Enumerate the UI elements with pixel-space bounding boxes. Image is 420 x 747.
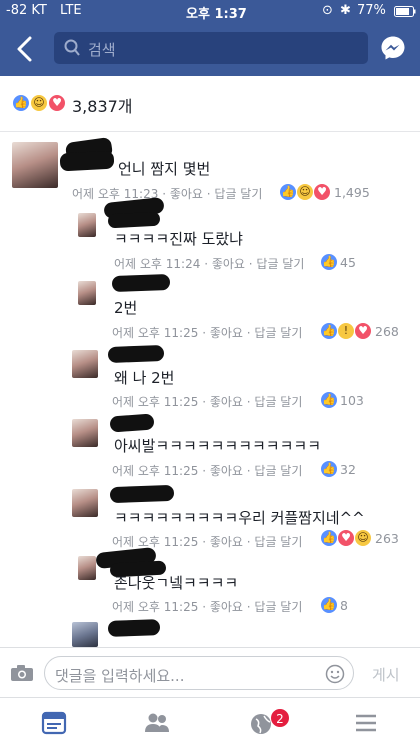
avatar[interactable] [72, 622, 98, 647]
emoji-icon[interactable] [325, 664, 345, 684]
like-icon: 👍 [320, 391, 338, 409]
timestamp: 어제 오후 11:24 [114, 257, 201, 271]
haha-icon: ☺ [296, 183, 314, 201]
haha-icon: ☺ [354, 529, 372, 547]
avatar[interactable] [78, 281, 96, 305]
signal-strength: -82 KT [6, 3, 47, 18]
like-button[interactable]: 좋아요 [210, 395, 243, 409]
love-icon: ♥ [313, 183, 331, 201]
love-icon: ♥ [337, 529, 355, 547]
reaction-count: 32 [340, 462, 356, 477]
reaction-count: 3,837개 [72, 97, 133, 116]
reply-button[interactable]: 답글 달기 [214, 187, 262, 201]
comment-input[interactable]: 댓글을 입력하세요... [44, 656, 354, 690]
like-button[interactable]: 좋아요 [210, 600, 243, 614]
comment-text: 왜 나 2번 [114, 369, 175, 387]
like-button[interactable]: 좋아요 [210, 464, 243, 478]
search-input[interactable]: 검색 [54, 32, 368, 64]
love-icon: ♥ [48, 94, 66, 112]
reply-button[interactable]: 답글 달기 [254, 326, 302, 340]
like-button[interactable]: 좋아요 [170, 187, 203, 201]
timestamp: 어제 오후 11:25 [112, 326, 199, 340]
reply-button[interactable]: 답글 달기 [254, 464, 302, 478]
author-name-redacted [111, 273, 171, 293]
reply-button[interactable]: 답글 달기 [254, 600, 302, 614]
avatar[interactable] [72, 489, 98, 517]
timestamp: 어제 오후 11:25 [112, 395, 199, 409]
tab-bar: 2 [0, 697, 420, 747]
timestamp: 어제 오후 11:25 [112, 600, 199, 614]
timestamp: 어제 오후 11:25 [112, 535, 199, 549]
comment-placeholder: 댓글을 입력하세요... [55, 667, 185, 685]
avatar[interactable] [72, 419, 98, 447]
author-name-redacted [109, 484, 175, 504]
news-feed-icon[interactable] [40, 710, 68, 736]
comment-text: 언니 짬지 몇번 [118, 160, 211, 178]
reactions-summary[interactable]: 👍 ☺ ♥ 3,837개 [0, 76, 420, 132]
comment-meta: 어제 오후 11:23 · 좋아요 · 답글 달기 [72, 187, 263, 201]
comment-text: ㅋㅋㅋㅋ진짜 도랐냐 [114, 230, 243, 248]
comment-meta: 어제 오후 11:25 · 좋아요 · 답글 달기 [112, 326, 303, 340]
like-icon: 👍 [320, 253, 338, 271]
clock: 오후 1:37 [186, 7, 247, 22]
comment-meta: 어제 오후 11:25 · 좋아요 · 답글 달기 [112, 395, 303, 409]
header: 검색 [0, 22, 420, 76]
like-icon: 👍 [279, 183, 297, 201]
notification-badge: 2 [270, 708, 290, 728]
comment-meta: 어제 오후 11:25 · 좋아요 · 답글 달기 [112, 600, 303, 614]
avatar[interactable] [78, 556, 96, 580]
comment-text: 아씨발ㅋㅋㅋㅋㅋㅋㅋㅋㅋㅋㅋㅋ [114, 437, 322, 455]
comment-meta: 어제 오후 11:24 · 좋아요 · 답글 달기 [114, 257, 305, 271]
comment-text: 존나웃ㄱ넼ㅋㅋㅋㅋ [114, 574, 239, 592]
reaction-count: 268 [375, 324, 399, 339]
reaction-count: 103 [340, 393, 364, 408]
messenger-icon[interactable] [380, 35, 406, 61]
haha-icon: ☺ [30, 94, 48, 112]
reaction-count: 1,495 [334, 185, 370, 200]
reply-button[interactable]: 답글 달기 [254, 535, 302, 549]
camera-icon[interactable] [10, 664, 34, 682]
reply-button[interactable]: 답글 달기 [254, 395, 302, 409]
battery-percent: 77% [357, 3, 386, 18]
carrier-label: LTE [60, 3, 82, 18]
like-button[interactable]: 좋아요 [210, 326, 243, 340]
author-name-redacted [107, 211, 161, 229]
status-bar: -82 KT LTE 오후 1:37 ⊙ ✱ 77% [0, 0, 420, 22]
like-icon: 👍 [320, 460, 338, 478]
timestamp: 어제 오후 11:25 [112, 464, 199, 478]
bluetooth-icon: ✱ [340, 3, 351, 18]
comment-text: 2번 [114, 299, 138, 317]
comment-meta: 어제 오후 11:25 · 좋아요 · 답글 달기 [112, 464, 303, 478]
menu-icon[interactable] [352, 710, 380, 736]
like-icon: 👍 [320, 322, 338, 340]
avatar[interactable] [78, 213, 96, 237]
author-name-redacted [107, 345, 165, 363]
wow-icon: ! [337, 322, 355, 340]
post-button[interactable]: 게시 [372, 664, 400, 685]
friends-icon[interactable] [143, 710, 171, 736]
author-name-redacted [107, 619, 161, 637]
rotation-lock-icon: ⊙ [322, 3, 333, 18]
reply-button[interactable]: 답글 달기 [256, 257, 304, 271]
search-icon [64, 39, 80, 56]
reaction-count: 8 [340, 598, 348, 613]
battery-icon [394, 6, 416, 17]
search-placeholder: 검색 [88, 41, 116, 59]
avatar[interactable] [72, 350, 98, 378]
comment-text: ㅋㅋㅋㅋㅋㅋㅋㅋㅋ우리 커플짬지네^^ [114, 509, 365, 527]
reaction-count: 45 [340, 255, 356, 270]
love-icon: ♥ [354, 322, 372, 340]
like-icon: 👍 [12, 94, 30, 112]
author-name-redacted [109, 413, 155, 433]
like-icon: 👍 [320, 596, 338, 614]
back-chevron-icon[interactable] [12, 34, 38, 64]
author-name-redacted [59, 150, 115, 172]
reaction-count: 263 [375, 531, 399, 546]
like-button[interactable]: 좋아요 [212, 257, 245, 271]
like-button[interactable]: 좋아요 [210, 535, 243, 549]
comment-composer: 댓글을 입력하세요... 게시 [0, 647, 420, 697]
avatar[interactable] [12, 142, 58, 188]
like-icon: 👍 [320, 529, 338, 547]
